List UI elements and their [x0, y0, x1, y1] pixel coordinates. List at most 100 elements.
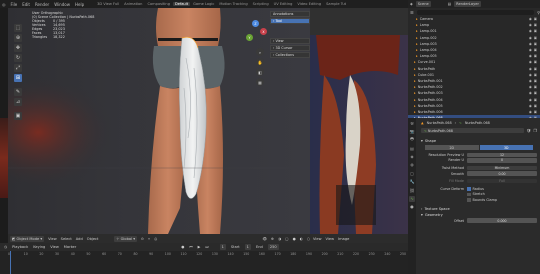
- resolution-preview-field[interactable]: 12: [467, 152, 537, 158]
- visibility-icon[interactable]: 👁: [262, 237, 267, 241]
- dim-2d-button[interactable]: 2D: [425, 145, 479, 150]
- z-axis-icon[interactable]: Z: [252, 20, 259, 27]
- tab-scripting[interactable]: Scripting: [251, 2, 271, 6]
- solid-shading-icon[interactable]: ●: [293, 237, 296, 241]
- offset-field[interactable]: 0.000: [467, 218, 537, 223]
- eye-icon[interactable]: ◉: [529, 110, 532, 114]
- annotations-header[interactable]: Annotations: [270, 11, 310, 17]
- eye-icon[interactable]: ◉: [529, 48, 532, 52]
- select-box-tool-icon[interactable]: ⬚: [14, 24, 22, 32]
- render-visibility-icon[interactable]: ▣: [534, 42, 537, 46]
- pivot-icon[interactable]: ⊙: [141, 237, 144, 241]
- render-icon[interactable]: 📷: [409, 128, 415, 134]
- tab-uv-editing[interactable]: UV Editing: [272, 2, 295, 6]
- gizmo-toggle-icon[interactable]: ⊕: [271, 237, 274, 241]
- render-visibility-icon[interactable]: ▣: [534, 54, 537, 58]
- pan-hand-icon[interactable]: ✋: [256, 58, 264, 66]
- move-tool-icon[interactable]: ✥: [14, 44, 22, 52]
- jump-end-icon[interactable]: ⏭: [205, 245, 208, 249]
- menu-image-view[interactable]: View: [313, 237, 322, 241]
- current-frame-field[interactable]: 1: [219, 244, 226, 250]
- menu-object[interactable]: Object: [87, 237, 99, 241]
- play-icon[interactable]: ▶: [198, 245, 201, 249]
- render-visibility-icon[interactable]: ▣: [534, 73, 537, 77]
- menu-add[interactable]: Add: [76, 237, 83, 241]
- x-axis-icon[interactable]: X: [260, 28, 267, 35]
- twist-method-dropdown[interactable]: Minimum: [467, 165, 537, 171]
- render-visibility-icon[interactable]: ▣: [534, 79, 537, 83]
- playhead[interactable]: [10, 251, 11, 274]
- render-visibility-icon[interactable]: ▣: [534, 104, 537, 108]
- transform-tool-icon[interactable]: ⊞: [14, 74, 22, 82]
- menu-marker[interactable]: Marker: [64, 245, 76, 249]
- eye-icon[interactable]: ◉: [529, 67, 532, 71]
- render-visibility-icon[interactable]: ▣: [534, 110, 537, 114]
- eye-icon[interactable]: ◉: [529, 91, 532, 95]
- menu-timeline-view[interactable]: View: [50, 245, 59, 249]
- material-icon[interactable]: ●: [409, 204, 415, 210]
- output-icon[interactable]: 🖶: [409, 136, 415, 143]
- tab-3d-view-full[interactable]: 3D View Full: [95, 2, 121, 6]
- eye-icon[interactable]: ◉: [529, 29, 532, 33]
- eye-icon[interactable]: ◉: [529, 42, 532, 46]
- eye-icon[interactable]: ◉: [529, 17, 532, 21]
- menu-keying[interactable]: Keying: [33, 245, 45, 249]
- smooth-field[interactable]: 0.00: [467, 171, 537, 176]
- render-visibility-icon[interactable]: ▣: [534, 36, 537, 40]
- cursor-tool-icon[interactable]: ⊕: [14, 34, 22, 42]
- eye-icon[interactable]: ◉: [529, 79, 532, 83]
- npanel-view[interactable]: › View: [270, 38, 310, 44]
- tab-animation[interactable]: Animation: [122, 2, 144, 6]
- menu-help[interactable]: Help: [75, 2, 84, 7]
- stretch-checkbox[interactable]: Stretch: [467, 192, 485, 196]
- render-visibility-icon[interactable]: ▣: [534, 85, 537, 89]
- render-visibility-icon[interactable]: ▣: [534, 48, 537, 52]
- outliner-search-input[interactable]: [416, 9, 535, 15]
- proportional-edit-icon[interactable]: ◎: [154, 237, 157, 241]
- tab-default[interactable]: Default: [172, 2, 191, 6]
- object-props-icon[interactable]: ▢: [409, 170, 415, 176]
- fake-user-icon[interactable]: 🛡: [526, 128, 531, 133]
- tool-settings-icon[interactable]: ⚒: [409, 120, 415, 126]
- view-layer-icon[interactable]: ▤: [409, 145, 415, 151]
- rotate-tool-icon[interactable]: ↻: [14, 54, 22, 62]
- menu-render[interactable]: Render: [35, 2, 49, 7]
- scene-props-icon[interactable]: ◈: [409, 154, 415, 160]
- timeline-ruler[interactable]: 0102030405060708090100110120130140150160…: [8, 251, 408, 259]
- camera-icon[interactable]: ◧: [256, 68, 264, 76]
- menu-image-view-2[interactable]: View: [326, 237, 335, 241]
- menu-window[interactable]: Window: [54, 2, 70, 7]
- render-visibility-icon[interactable]: ▣: [534, 60, 537, 64]
- tab-game-logic[interactable]: Game Logic: [191, 2, 216, 6]
- eye-icon[interactable]: ◉: [529, 104, 532, 108]
- duplicate-icon[interactable]: ❐: [533, 128, 537, 133]
- render-layer-selector[interactable]: RenderLayer: [454, 1, 481, 7]
- bounds-clamp-checkbox[interactable]: Bounds Clamp: [467, 198, 497, 202]
- record-icon[interactable]: ●: [181, 245, 184, 249]
- tab-compositing[interactable]: Compositing: [145, 2, 172, 6]
- tab-motion-tracking[interactable]: Motion Tracking: [217, 2, 249, 6]
- render-visibility-icon[interactable]: ▣: [534, 67, 537, 71]
- render-visibility-icon[interactable]: ▣: [534, 98, 537, 102]
- render-u-field[interactable]: 0: [467, 158, 537, 163]
- curve-data-tab-icon[interactable]: ∿: [409, 195, 415, 202]
- fill-mode-dropdown[interactable]: Full: [467, 178, 537, 184]
- render-visibility-icon[interactable]: ▣: [534, 17, 537, 21]
- radius-checkbox[interactable]: Radius: [467, 187, 484, 191]
- tab-sample-tut[interactable]: Sample Tut: [324, 2, 348, 6]
- render-visibility-icon[interactable]: ▣: [534, 29, 537, 33]
- menu-file[interactable]: File: [11, 2, 18, 7]
- render-visibility-icon[interactable]: ▣: [534, 23, 537, 27]
- menu-playback[interactable]: Playback: [12, 245, 28, 249]
- material-shading-icon[interactable]: ◐: [300, 237, 303, 241]
- annotate-tool-icon[interactable]: ✎: [14, 88, 22, 96]
- jump-start-icon[interactable]: ⏮: [189, 245, 192, 249]
- xray-icon[interactable]: ▢: [285, 237, 288, 241]
- modifier-icon[interactable]: 🔧: [409, 179, 415, 185]
- measure-tool-icon[interactable]: ⊿: [14, 98, 22, 106]
- zoom-icon[interactable]: ⌕: [256, 48, 264, 56]
- menu-image[interactable]: Image: [338, 237, 349, 241]
- menu-select[interactable]: Select: [61, 237, 72, 241]
- display-mode-icon[interactable]: ☰: [410, 10, 414, 15]
- menu-edit[interactable]: Edit: [22, 2, 30, 7]
